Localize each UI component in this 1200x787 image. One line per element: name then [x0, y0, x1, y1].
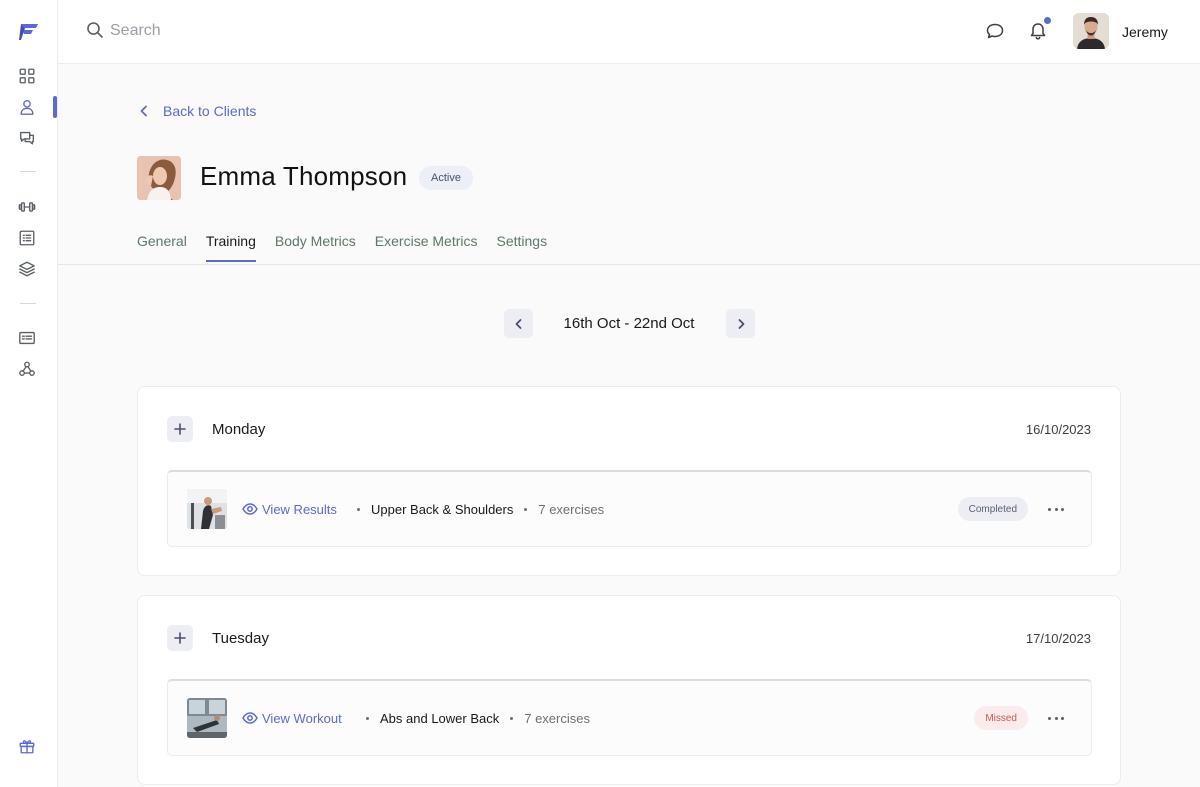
- workout-row[interactable]: View Results Upper Back & Shoulders 7 ex…: [167, 470, 1092, 547]
- workout-meta: Upper Back & Shoulders 7 exercises: [346, 502, 604, 517]
- search-icon: [86, 21, 104, 39]
- plus-icon: [174, 632, 186, 644]
- list-icon[interactable]: [17, 228, 37, 248]
- more-dot: [1054, 507, 1058, 511]
- exercise-count: 7 exercises: [524, 711, 590, 726]
- bell-icon[interactable]: [1028, 21, 1050, 43]
- tab-training[interactable]: Training: [205, 233, 256, 262]
- client-avatar: [137, 156, 181, 200]
- day-card-monday: Monday 16/10/2023 View Results Upper Bac…: [137, 386, 1121, 576]
- more-dot: [1061, 507, 1064, 511]
- more-options-button[interactable]: [1048, 710, 1064, 726]
- sidebar-divider: [20, 171, 36, 172]
- client-tabs: General Training Body Metrics Exercise M…: [137, 233, 566, 262]
- sidebar-divider: [20, 303, 36, 304]
- dashboard-icon[interactable]: [17, 66, 37, 86]
- brand-logo[interactable]: [18, 20, 40, 42]
- more-dot: [1054, 716, 1058, 720]
- tab-exercise-metrics[interactable]: Exercise Metrics: [375, 233, 478, 262]
- separator-dot: [357, 508, 360, 511]
- client-name: Emma Thompson: [200, 161, 408, 191]
- more-dot: [1048, 507, 1051, 511]
- clients-icon[interactable]: [17, 97, 37, 117]
- previous-week-button[interactable]: [504, 309, 533, 338]
- workout-thumbnail: [187, 489, 227, 529]
- separator-dot: [524, 508, 528, 511]
- separator-dot: [510, 717, 514, 720]
- workout-title: Upper Back & Shoulders: [371, 502, 514, 517]
- day-date: 16/10/2023: [1025, 422, 1091, 437]
- back-to-clients-link[interactable]: Back to Clients: [137, 103, 256, 119]
- status-badge: Active: [419, 166, 473, 190]
- day-name: Monday: [212, 421, 266, 438]
- view-workout-link[interactable]: View Workout: [242, 710, 342, 726]
- workout-title: Abs and Lower Back: [380, 711, 500, 726]
- plus-icon: [174, 423, 186, 435]
- eye-icon: [242, 712, 258, 724]
- week-range-label: 16th Oct - 22nd Oct: [563, 315, 695, 332]
- sidebar: [0, 0, 58, 787]
- day-date: 17/10/2023: [1025, 631, 1091, 646]
- messages-icon[interactable]: [17, 128, 37, 148]
- exercise-count: 7 exercises: [538, 502, 605, 517]
- sidebar-active-indicator: [53, 96, 57, 118]
- webhook-icon[interactable]: [17, 359, 37, 379]
- tab-general[interactable]: General: [137, 233, 187, 262]
- view-results-link[interactable]: View Results: [242, 501, 337, 517]
- dumbbell-icon[interactable]: [17, 197, 37, 217]
- add-workout-button[interactable]: [167, 625, 193, 651]
- workout-meta: Abs and Lower Back 7 exercises: [355, 711, 590, 726]
- back-link-label: Back to Clients: [163, 103, 257, 119]
- more-dot: [1048, 716, 1051, 720]
- user-name[interactable]: Jeremy: [1122, 24, 1168, 40]
- chevron-left-icon: [515, 318, 521, 329]
- day-card-tuesday: Tuesday 17/10/2023 View Workout Abs and …: [137, 595, 1121, 785]
- separator-dot: [366, 717, 369, 720]
- workout-row[interactable]: View Workout Abs and Lower Back 7 exerci…: [167, 679, 1092, 756]
- more-dot: [1061, 716, 1064, 720]
- chat-icon[interactable]: [985, 21, 1007, 43]
- gift-icon[interactable]: [18, 737, 36, 755]
- tab-body-metrics[interactable]: Body Metrics: [275, 233, 356, 262]
- user-avatar[interactable]: [1073, 13, 1109, 49]
- eye-icon: [242, 503, 258, 515]
- status-badge: Completed: [957, 497, 1028, 521]
- chevron-left-icon: [140, 105, 147, 117]
- tab-settings[interactable]: Settings: [496, 233, 547, 262]
- top-header: Jeremy: [58, 0, 1200, 64]
- more-options-button[interactable]: [1048, 501, 1064, 517]
- workout-thumbnail: [187, 698, 227, 738]
- day-name: Tuesday: [212, 630, 269, 647]
- layers-icon[interactable]: [17, 259, 37, 279]
- next-week-button[interactable]: [726, 309, 755, 338]
- view-results-label: View Results: [262, 501, 337, 517]
- id-card-icon[interactable]: [17, 328, 37, 348]
- add-workout-button[interactable]: [167, 416, 193, 442]
- tabs-divider: [58, 264, 1200, 265]
- search-input[interactable]: [110, 18, 410, 44]
- notification-dot: [1044, 17, 1051, 24]
- view-workout-label: View Workout: [262, 710, 342, 726]
- status-badge: Missed: [974, 706, 1028, 730]
- chevron-right-icon: [738, 318, 744, 329]
